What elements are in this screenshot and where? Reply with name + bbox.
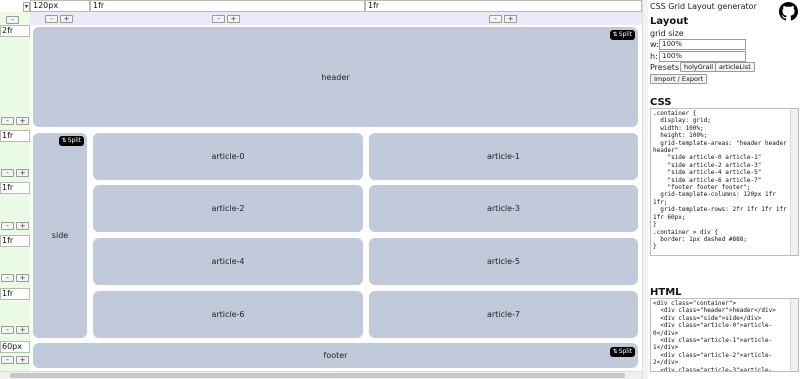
height-label: h: (650, 52, 658, 61)
grid-area-footer[interactable]: footer ⇅ Split (33, 343, 638, 368)
column-size-input-1[interactable]: 1fr (90, 0, 365, 12)
area-label: header (321, 72, 350, 82)
scroll-thumb[interactable] (10, 373, 625, 378)
column-0-remove-button[interactable]: - (45, 15, 58, 23)
grid-area-article-6[interactable]: article-6 (93, 291, 363, 338)
area-label: article-0 (211, 152, 245, 161)
split-icon: ⇅ (61, 137, 67, 144)
editor-horizontal-scrollbar[interactable] (0, 371, 642, 379)
row-size-input-2[interactable]: 1fr (0, 182, 30, 194)
area-label: article-2 (211, 204, 245, 213)
preset-articlelist-button[interactable]: articleList (715, 62, 755, 72)
column-1-remove-button[interactable]: - (212, 15, 225, 23)
split-label: Split (67, 137, 81, 144)
area-label: article-1 (486, 152, 521, 161)
html-scrollbar[interactable] (790, 299, 798, 371)
editor-vertical-scrollbar[interactable] (642, 0, 648, 379)
row-3-remove-button[interactable]: - (1, 274, 14, 282)
row-4-remove-button[interactable]: - (1, 326, 14, 334)
grid-area-article-2[interactable]: article-2 (93, 185, 363, 232)
css-code-box[interactable]: .container { display: grid; width: 100%;… (650, 108, 799, 256)
area-label: article-4 (211, 257, 245, 266)
split-label: Split (618, 31, 632, 38)
css-code: .container { display: grid; width: 100%;… (653, 110, 787, 251)
github-icon[interactable] (779, 2, 798, 21)
row-1-add-button[interactable]: + (16, 169, 29, 177)
column-2-add-button[interactable]: + (504, 15, 517, 23)
grid-area-article-0[interactable]: article-0 (93, 133, 363, 180)
area-label: side (51, 231, 69, 240)
row-1-remove-button[interactable]: - (1, 169, 14, 177)
split-icon: ⇅ (612, 31, 618, 38)
row-5-add-button[interactable]: + (16, 356, 29, 364)
column-size-input-0[interactable]: 120px (30, 0, 90, 12)
row-4-add-button[interactable]: + (16, 326, 29, 334)
css-scrollbar[interactable] (790, 109, 798, 255)
column-1-add-button[interactable]: + (227, 15, 240, 23)
app-title: CSS Grid Layout generator (650, 2, 757, 11)
html-heading: HTML (650, 287, 682, 298)
row-5-remove-button[interactable]: - (1, 356, 14, 364)
row-size-input-5[interactable]: 60px (0, 341, 30, 353)
split-icon: ⇅ (612, 348, 618, 355)
width-input[interactable]: 100% (659, 39, 746, 50)
area-label: footer (323, 351, 348, 360)
row-size-input-0[interactable]: 2fr (0, 25, 30, 37)
row-0-remove-button[interactable]: - (1, 117, 14, 125)
area-label: article-7 (486, 310, 521, 319)
import-export-button[interactable]: Import / Export (650, 74, 708, 84)
row-0-add-button[interactable]: + (16, 117, 29, 125)
split-button[interactable]: ⇅ Split (609, 347, 635, 357)
grid-area-article-5[interactable]: article-5 (369, 238, 638, 285)
split-label: Split (618, 348, 632, 355)
row-2-remove-button[interactable]: - (1, 222, 14, 230)
html-code-box[interactable]: <div class="container"> <div class="head… (650, 298, 799, 372)
grid-area-article-3[interactable]: article-3 (369, 185, 638, 232)
row-size-input-3[interactable]: 1fr (0, 235, 30, 247)
grid-size-label: grid size (650, 29, 684, 38)
grid-corner-remove-button[interactable]: - (6, 16, 19, 24)
split-button[interactable]: ⇅ Split (58, 136, 84, 146)
grid-area-article-7[interactable]: article-7 (369, 291, 638, 338)
area-label: article-3 (486, 204, 521, 213)
height-input[interactable]: 100% (659, 51, 746, 62)
html-code: <div class="container"> <div class="head… (653, 300, 776, 371)
corner-menu-button[interactable]: ▾ (23, 2, 30, 12)
column-controls-strip (30, 12, 642, 25)
split-button[interactable]: ⇅ Split (609, 30, 635, 40)
grid-area-article-4[interactable]: article-4 (93, 238, 363, 285)
presets-label: Presets: (650, 63, 682, 72)
css-heading: CSS (650, 97, 672, 108)
row-size-input-4[interactable]: 1fr (0, 288, 30, 300)
grid-area-header[interactable]: header ⇅ Split (33, 27, 638, 127)
layout-heading: Layout (650, 16, 689, 27)
row-2-add-button[interactable]: + (16, 222, 29, 230)
area-label: article-6 (211, 310, 245, 319)
column-size-input-2[interactable]: 1fr (365, 0, 642, 12)
area-label: article-5 (486, 257, 521, 266)
column-0-add-button[interactable]: + (60, 15, 73, 23)
grid-area-article-1[interactable]: article-1 (369, 133, 638, 180)
grid-area-side[interactable]: side ⇅ Split (33, 133, 87, 338)
width-label: w: (650, 40, 659, 49)
row-size-input-1[interactable]: 1fr (0, 130, 30, 142)
row-3-add-button[interactable]: + (16, 274, 29, 282)
preset-holygrail-button[interactable]: holyGrail (680, 62, 718, 72)
column-2-remove-button[interactable]: - (489, 15, 502, 23)
